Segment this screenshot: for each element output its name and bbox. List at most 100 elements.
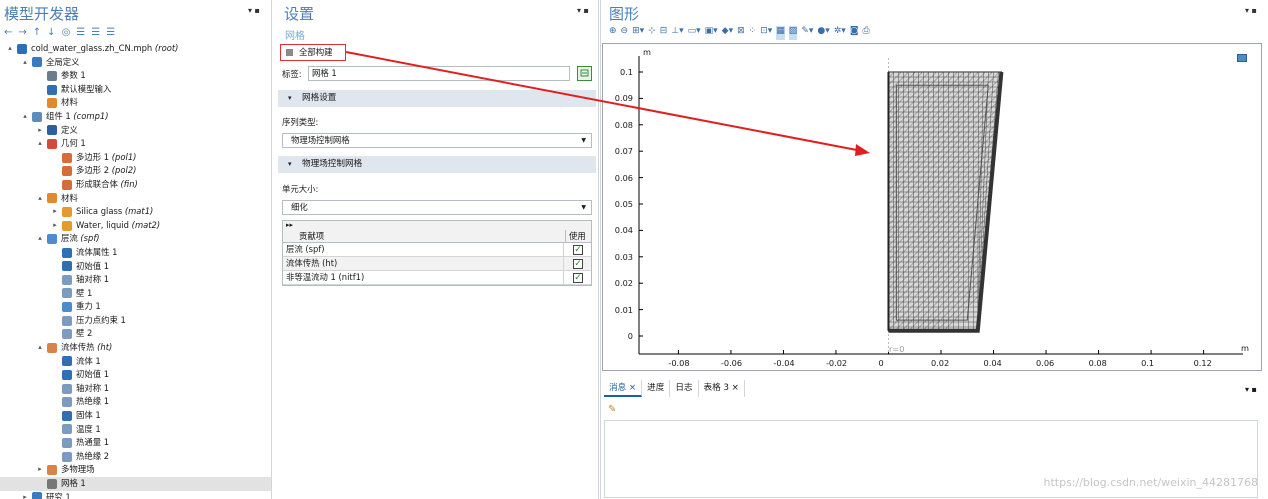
graphics-menu-icon[interactable]: ▾ ▪ — [1245, 6, 1257, 15]
tree-node[interactable]: 参数 1 — [0, 69, 271, 83]
collapse-icon[interactable]: ▴ — [36, 341, 44, 355]
tree-node[interactable]: ▸ 多物理场 — [0, 463, 271, 477]
toolbar-button-4[interactable]: ◎ — [62, 27, 71, 38]
toolbar-button-1[interactable]: → — [18, 27, 26, 38]
table-row[interactable]: 流体传热 (ht) ✓ — [283, 257, 591, 271]
zoom-extents-icon[interactable]: ⊹ — [648, 26, 656, 40]
messages-tab[interactable]: 消息 × — [604, 380, 643, 397]
use-checkbox[interactable]: ✓ — [573, 273, 583, 283]
tree-node[interactable]: ▸ 定义 — [0, 124, 271, 138]
camera-icon[interactable]: ◙ — [850, 26, 859, 40]
tree-node[interactable]: 材料 — [0, 96, 271, 110]
print-icon[interactable]: ⎙ — [863, 26, 870, 40]
tree-node[interactable]: 轴对称 1 — [0, 382, 271, 396]
messages-tab[interactable]: 日志 — [670, 380, 699, 397]
zoom-selection-icon[interactable]: ⊟ — [660, 26, 668, 40]
toolbar-button-5[interactable]: ☰ — [76, 27, 85, 38]
tree-node[interactable]: 温度 1 — [0, 423, 271, 437]
toolbar-button-3[interactable]: ↓ — [47, 27, 55, 38]
show-grid-icon[interactable]: ▦ — [776, 26, 785, 40]
tree-node[interactable]: ▴ 层流 (spf) — [0, 232, 271, 246]
use-checkbox[interactable]: ✓ — [573, 245, 583, 255]
zoom-in-icon[interactable]: ⊕ — [609, 26, 617, 40]
expand-icon[interactable]: ▸ — [36, 463, 44, 477]
reset-label-button[interactable] — [577, 66, 592, 81]
build-all-button[interactable]: 全部构建 — [280, 44, 346, 61]
mesh-settings-section[interactable]: ▾ 网格设置 — [278, 90, 596, 107]
clear-selection-icon[interactable]: ⊠ — [737, 26, 745, 40]
collapse-icon[interactable]: ▴ — [36, 192, 44, 206]
move-icon[interactable]: ▸▸ — [286, 221, 293, 229]
tree-node[interactable]: 形成联合体 (fin) — [0, 178, 271, 192]
transparency-icon[interactable]: ⁘ — [749, 26, 757, 40]
color-table-icon[interactable]: ●▾ — [817, 26, 829, 40]
tree-node[interactable]: ▸ 研究 1 — [0, 491, 271, 499]
settings-gear-icon[interactable]: ✲▾ — [834, 26, 846, 40]
collapse-icon[interactable]: ▴ — [21, 56, 29, 70]
table-row[interactable]: 层流 (spf) ✓ — [283, 243, 591, 257]
collapse-icon[interactable]: ▴ — [36, 137, 44, 151]
tree-node[interactable]: ▸ Water, liquid (mat2) — [0, 219, 271, 233]
graphics-canvas[interactable]: m m r=0 0.1 0.09 0.08 0.07 0.06 0.05 0.04 0.03 0… — [602, 43, 1262, 371]
table-row[interactable]: 非等温流动 1 (nitf1) ✓ — [283, 271, 591, 285]
tree-node[interactable]: ▴ cold_water_glass.zh_CN.mph (root) — [0, 42, 271, 56]
show-mesh-icon[interactable]: ▨ — [788, 26, 798, 40]
settings-menu-icon[interactable]: ▾ ▪ — [577, 6, 589, 15]
physics-mesh-section[interactable]: ▾ 物理场控制网格 — [278, 156, 596, 173]
tree-node[interactable]: 轴对称 1 — [0, 273, 271, 287]
tree-node[interactable]: 壁 1 — [0, 287, 271, 301]
tree-node[interactable]: ▸ Silica glass (mat1) — [0, 205, 271, 219]
tree-node[interactable]: 热绝缘 1 — [0, 395, 271, 409]
label-field[interactable]: 网格 1 — [308, 66, 570, 81]
expand-icon[interactable]: ▸ — [51, 205, 59, 219]
select-box-icon[interactable]: ▭▾ — [688, 26, 701, 40]
tree-node[interactable]: ▴ 几何 1 — [0, 137, 271, 151]
tree-node[interactable]: 初始值 1 — [0, 368, 271, 382]
clear-messages-icon[interactable]: ✎ — [608, 404, 616, 415]
tree-node[interactable]: ▴ 全局定义 — [0, 56, 271, 70]
expand-icon[interactable]: ▸ — [51, 219, 59, 233]
tree-node[interactable]: ▴ 组件 1 (comp1) — [0, 110, 271, 124]
zoom-box-icon[interactable]: ⊞▾ — [632, 26, 644, 40]
tree-node[interactable]: 流体 1 — [0, 355, 271, 369]
collapse-icon[interactable]: ▴ — [36, 232, 44, 246]
render-icon[interactable]: ✎▾ — [801, 26, 813, 40]
wireframe-icon[interactable]: ⊡▾ — [760, 26, 772, 40]
tree-node[interactable]: 固体 1 — [0, 409, 271, 423]
toolbar-button-2[interactable]: ↑ — [33, 27, 41, 38]
contrib-name: 流体传热 (ht) — [286, 258, 338, 268]
toolbar-button-7[interactable]: ☰ — [106, 27, 115, 38]
panel-menu-icon[interactable]: ▾ ▪ — [248, 6, 260, 15]
tree-node[interactable]: ▴ 流体传热 (ht) — [0, 341, 271, 355]
toolbar-button-0[interactable]: ← — [4, 27, 12, 38]
zoom-out-icon[interactable]: ⊖ — [621, 26, 629, 40]
messages-menu-icon[interactable]: ▾ ▪ — [1245, 385, 1257, 394]
tree-node[interactable]: 热绝缘 2 — [0, 450, 271, 464]
tree-node[interactable]: ▴ 材料 — [0, 192, 271, 206]
toolbar-button-6[interactable]: ☰ — [91, 27, 100, 38]
element-size-select[interactable]: 细化 ▼ — [282, 200, 592, 215]
tree-node[interactable]: 网格 1 — [0, 477, 271, 491]
tree-node[interactable]: 壁 2 — [0, 327, 271, 341]
messages-tab[interactable]: 表格 3 × — [699, 380, 745, 397]
tree-node[interactable]: 初始值 1 — [0, 260, 271, 274]
tree-node[interactable]: 流体属性 1 — [0, 246, 271, 260]
tree-node[interactable]: 多边形 2 (pol2) — [0, 164, 271, 178]
use-checkbox[interactable]: ✓ — [573, 259, 583, 269]
tree-node[interactable]: 热通量 1 — [0, 436, 271, 450]
axial-symmetry-icon — [62, 274, 72, 285]
collapse-icon[interactable]: ▴ — [21, 110, 29, 124]
sequence-type-select[interactable]: 物理场控制网格 ▼ — [282, 133, 592, 148]
laminar-flow-icon — [47, 234, 57, 245]
tree-node[interactable]: 多边形 1 (pol1) — [0, 151, 271, 165]
axes-icon[interactable]: ⊥▾ — [671, 26, 683, 40]
tree-node[interactable]: 默认模型输入 — [0, 83, 271, 97]
tree-node[interactable]: 重力 1 — [0, 300, 271, 314]
collapse-icon[interactable]: ▴ — [6, 42, 14, 56]
tree-node[interactable]: 压力点约束 1 — [0, 314, 271, 328]
expand-icon[interactable]: ▸ — [36, 124, 44, 138]
view-icon[interactable]: ▣▾ — [705, 26, 718, 40]
messages-tab[interactable]: 进度 — [642, 380, 671, 397]
scene-light-icon[interactable]: ◆▾ — [722, 26, 733, 40]
expand-icon[interactable]: ▸ — [21, 491, 29, 499]
